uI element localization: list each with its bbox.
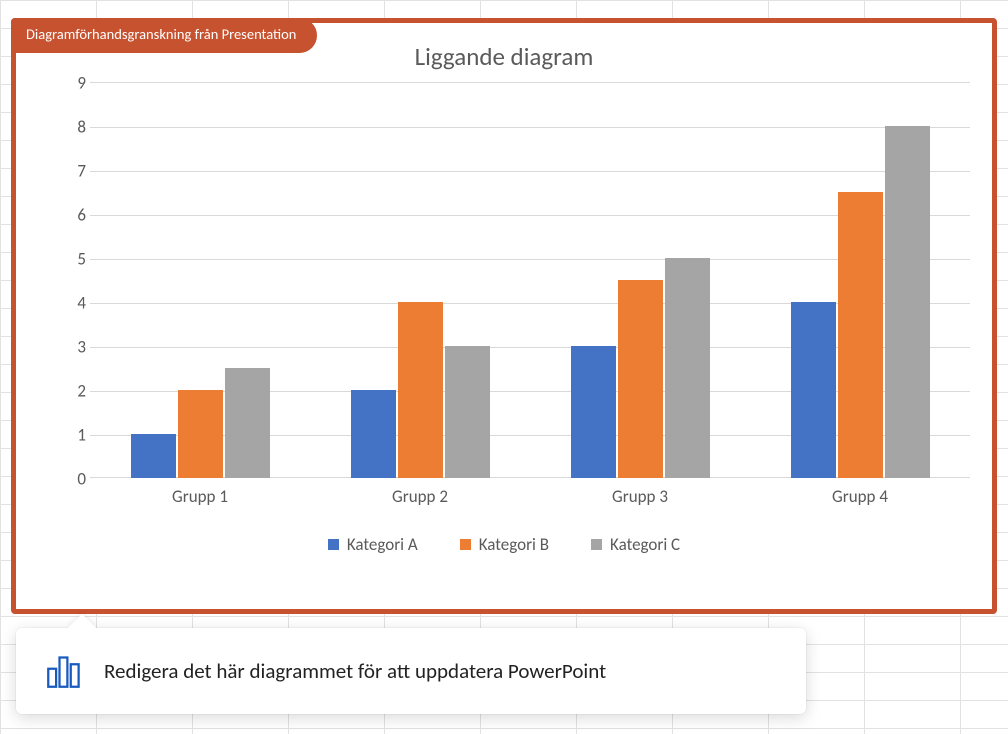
chart-bars-row — [90, 82, 970, 478]
edit-chart-callout-text: Redigera det här diagrammet för att uppd… — [104, 658, 606, 684]
chart-x-tick-label: Grupp 1 — [90, 486, 310, 522]
chart-legend: Kategori A Kategori B Kategori C — [30, 534, 978, 555]
chart-canvas: Liggande diagram 0123456789 Grupp 1Grupp… — [30, 37, 978, 599]
chart-y-tick-label: 3 — [60, 337, 86, 358]
chart-bar — [885, 126, 930, 478]
chart-preview-container[interactable]: Liggande diagram 0123456789 Grupp 1Grupp… — [11, 18, 997, 614]
chart-x-tick-label: Grupp 2 — [310, 486, 530, 522]
chart-bar-group — [530, 82, 750, 478]
preview-source-badge: Diagramförhandsgranskning från Presentat… — [11, 18, 317, 53]
chart-y-tick-label: 6 — [60, 205, 86, 226]
chart-bar — [838, 192, 883, 478]
chart-bar — [398, 302, 443, 478]
chart-bar-group — [310, 82, 530, 478]
chart-legend-item: Kategori A — [328, 534, 418, 555]
chart-x-tick-label: Grupp 4 — [750, 486, 970, 522]
chart-plot-area: 0123456789 — [60, 82, 970, 478]
chart-y-tick-label: 0 — [60, 469, 86, 490]
edit-chart-callout[interactable]: Redigera det här diagrammet för att uppd… — [16, 628, 806, 714]
bar-chart-icon — [46, 653, 82, 689]
chart-bar — [665, 258, 710, 478]
chart-y-tick-label: 1 — [60, 425, 86, 446]
chart-bar — [571, 346, 616, 478]
chart-legend-item: Kategori B — [460, 534, 549, 555]
chart-bar — [225, 368, 270, 478]
chart-y-tick-label: 9 — [60, 73, 86, 94]
chart-y-tick-label: 8 — [60, 117, 86, 138]
chart-y-tick-label: 4 — [60, 293, 86, 314]
chart-x-tick-label: Grupp 3 — [530, 486, 750, 522]
chart-bar — [791, 302, 836, 478]
chart-bar — [178, 390, 223, 478]
chart-legend-label: Kategori A — [347, 534, 418, 555]
chart-x-axis: Grupp 1Grupp 2Grupp 3Grupp 4 — [90, 486, 970, 522]
chart-bar-group — [90, 82, 310, 478]
chart-legend-item: Kategori C — [591, 534, 680, 555]
chart-bar-group — [750, 82, 970, 478]
chart-y-tick-label: 2 — [60, 381, 86, 402]
chart-y-tick-label: 5 — [60, 249, 86, 270]
chart-legend-swatch — [460, 539, 471, 550]
chart-legend-swatch — [328, 539, 339, 550]
chart-bar — [445, 346, 490, 478]
chart-y-tick-label: 7 — [60, 161, 86, 182]
chart-bar — [351, 390, 396, 478]
chart-legend-swatch — [591, 539, 602, 550]
chart-legend-label: Kategori C — [610, 534, 680, 555]
chart-legend-label: Kategori B — [479, 534, 549, 555]
chart-bar — [618, 280, 663, 478]
chart-bar — [131, 434, 176, 478]
